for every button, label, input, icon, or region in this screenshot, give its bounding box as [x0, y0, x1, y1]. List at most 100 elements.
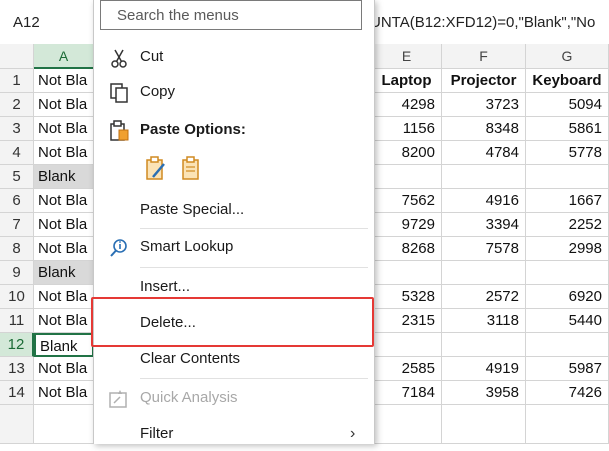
cell-g15[interactable] — [526, 405, 609, 444]
cell-f8[interactable]: 7578 — [442, 237, 526, 261]
cell-g13[interactable]: 5987 — [526, 357, 609, 381]
column-header-a[interactable]: A — [34, 44, 94, 69]
cell-g9[interactable] — [526, 261, 609, 285]
paste-formatting-icon[interactable] — [144, 156, 166, 180]
cell-f2[interactable]: 3723 — [442, 93, 526, 117]
column-header-g[interactable]: G — [526, 44, 609, 69]
menu-item-copy[interactable]: Copy — [94, 75, 374, 109]
cell-g8[interactable]: 2998 — [526, 237, 609, 261]
cell-e15[interactable] — [372, 405, 442, 444]
cell-e1[interactable]: Laptop — [372, 69, 442, 93]
row-header-11[interactable]: 11 — [0, 309, 34, 333]
menu-item-cut[interactable]: Cut — [94, 40, 374, 74]
menu-item-clear-contents-label: Clear Contents — [140, 350, 241, 367]
menu-item-filter[interactable]: Filter › — [94, 417, 374, 451]
cell-g11[interactable]: 5440 — [526, 309, 609, 333]
cell-g14[interactable]: 7426 — [526, 381, 609, 405]
cell-a8[interactable]: Not Bla — [34, 237, 94, 261]
select-all-corner[interactable] — [0, 44, 34, 69]
cell-e11[interactable]: 2315 — [372, 309, 442, 333]
cell-a4[interactable]: Not Bla — [34, 141, 94, 165]
cell-g5[interactable] — [526, 165, 609, 189]
cell-a10[interactable]: Not Bla — [34, 285, 94, 309]
row-header-3[interactable]: 3 — [0, 117, 34, 141]
cell-e13[interactable]: 2585 — [372, 357, 442, 381]
cell-a1[interactable]: Not Bla — [34, 69, 94, 93]
cell-f14[interactable]: 3958 — [442, 381, 526, 405]
cell-f10[interactable]: 2572 — [442, 285, 526, 309]
row-header-10[interactable]: 10 — [0, 285, 34, 309]
menu-item-filter-label: Filter — [140, 425, 174, 442]
row-header-7[interactable]: 7 — [0, 213, 34, 237]
row-header-14[interactable]: 14 — [0, 381, 34, 405]
menu-item-paste-special-label: Paste Special... — [140, 201, 245, 218]
menu-item-paste-options-label: Paste Options: — [140, 121, 246, 138]
row-header-6[interactable]: 6 — [0, 189, 34, 213]
cell-e2[interactable]: 4298 — [372, 93, 442, 117]
column-header-e[interactable]: E — [372, 44, 442, 69]
cell-a9[interactable]: Blank — [34, 261, 94, 285]
cell-f13[interactable]: 4919 — [442, 357, 526, 381]
row-header-1[interactable]: 1 — [0, 69, 34, 93]
cell-f5[interactable] — [442, 165, 526, 189]
cell-f1[interactable]: Projector — [442, 69, 526, 93]
cell-e6[interactable]: 7562 — [372, 189, 442, 213]
cell-g7[interactable]: 2252 — [526, 213, 609, 237]
cell-f6[interactable]: 4916 — [442, 189, 526, 213]
row-header-13[interactable]: 13 — [0, 357, 34, 381]
cell-e7[interactable]: 9729 — [372, 213, 442, 237]
cell-g4[interactable]: 5778 — [526, 141, 609, 165]
cell-e14[interactable]: 7184 — [372, 381, 442, 405]
chevron-right-icon: › — [350, 425, 356, 442]
formula-text[interactable]: UNTA(B12:XFD12)=0,"Blank","No — [370, 14, 595, 31]
cell-e8[interactable]: 8268 — [372, 237, 442, 261]
cell-f3[interactable]: 8348 — [442, 117, 526, 141]
cell-f11[interactable]: 3118 — [442, 309, 526, 333]
cell-a14[interactable]: Not Bla — [34, 381, 94, 405]
cell-e12[interactable] — [372, 333, 442, 357]
cell-e3[interactable]: 1156 — [372, 117, 442, 141]
cell-g3[interactable]: 5861 — [526, 117, 609, 141]
menu-item-clear-contents[interactable]: Clear Contents — [94, 342, 374, 376]
row-header-2[interactable]: 2 — [0, 93, 34, 117]
menu-item-smart-lookup-label: Smart Lookup — [140, 238, 234, 255]
row-header-9[interactable]: 9 — [0, 261, 34, 285]
cell-a15[interactable] — [34, 405, 94, 444]
cell-e9[interactable] — [372, 261, 442, 285]
row-header-12[interactable]: 12 — [0, 333, 34, 357]
menu-item-quick-analysis: Quick Analysis — [94, 381, 374, 415]
cell-a7[interactable]: Not Bla — [34, 213, 94, 237]
menu-item-smart-lookup[interactable]: Smart Lookup — [94, 230, 374, 264]
name-box[interactable]: A12 — [13, 14, 40, 31]
smart-lookup-icon — [108, 237, 130, 259]
cell-g1[interactable]: Keyboard — [526, 69, 609, 93]
cell-g6[interactable]: 1667 — [526, 189, 609, 213]
row-header-5[interactable]: 5 — [0, 165, 34, 189]
cell-g2[interactable]: 5094 — [526, 93, 609, 117]
menu-item-paste-special[interactable]: Paste Special... — [94, 193, 374, 227]
cell-a13[interactable]: Not Bla — [34, 357, 94, 381]
cell-a5[interactable]: Blank — [34, 165, 94, 189]
cell-f7[interactable]: 3394 — [442, 213, 526, 237]
cell-a2[interactable]: Not Bla — [34, 93, 94, 117]
row-header-8[interactable]: 8 — [0, 237, 34, 261]
column-header-f[interactable]: F — [442, 44, 526, 69]
cell-e4[interactable]: 8200 — [372, 141, 442, 165]
cell-a6[interactable]: Not Bla — [34, 189, 94, 213]
cell-e5[interactable] — [372, 165, 442, 189]
cell-a11[interactable]: Not Bla — [34, 309, 94, 333]
cell-a3[interactable]: Not Bla — [34, 117, 94, 141]
row-header-4[interactable]: 4 — [0, 141, 34, 165]
cell-f12[interactable] — [442, 333, 526, 357]
cell-f9[interactable] — [442, 261, 526, 285]
cell-a12-active[interactable]: Blank — [34, 333, 94, 357]
paste-icon[interactable] — [180, 156, 202, 180]
menu-item-cut-label: Cut — [140, 48, 164, 65]
cell-f15[interactable] — [442, 405, 526, 444]
menu-search-input[interactable] — [100, 0, 362, 30]
row-header-15[interactable] — [0, 405, 34, 444]
cell-g12[interactable] — [526, 333, 609, 357]
cell-g10[interactable]: 6920 — [526, 285, 609, 309]
cell-e10[interactable]: 5328 — [372, 285, 442, 309]
cell-f4[interactable]: 4784 — [442, 141, 526, 165]
